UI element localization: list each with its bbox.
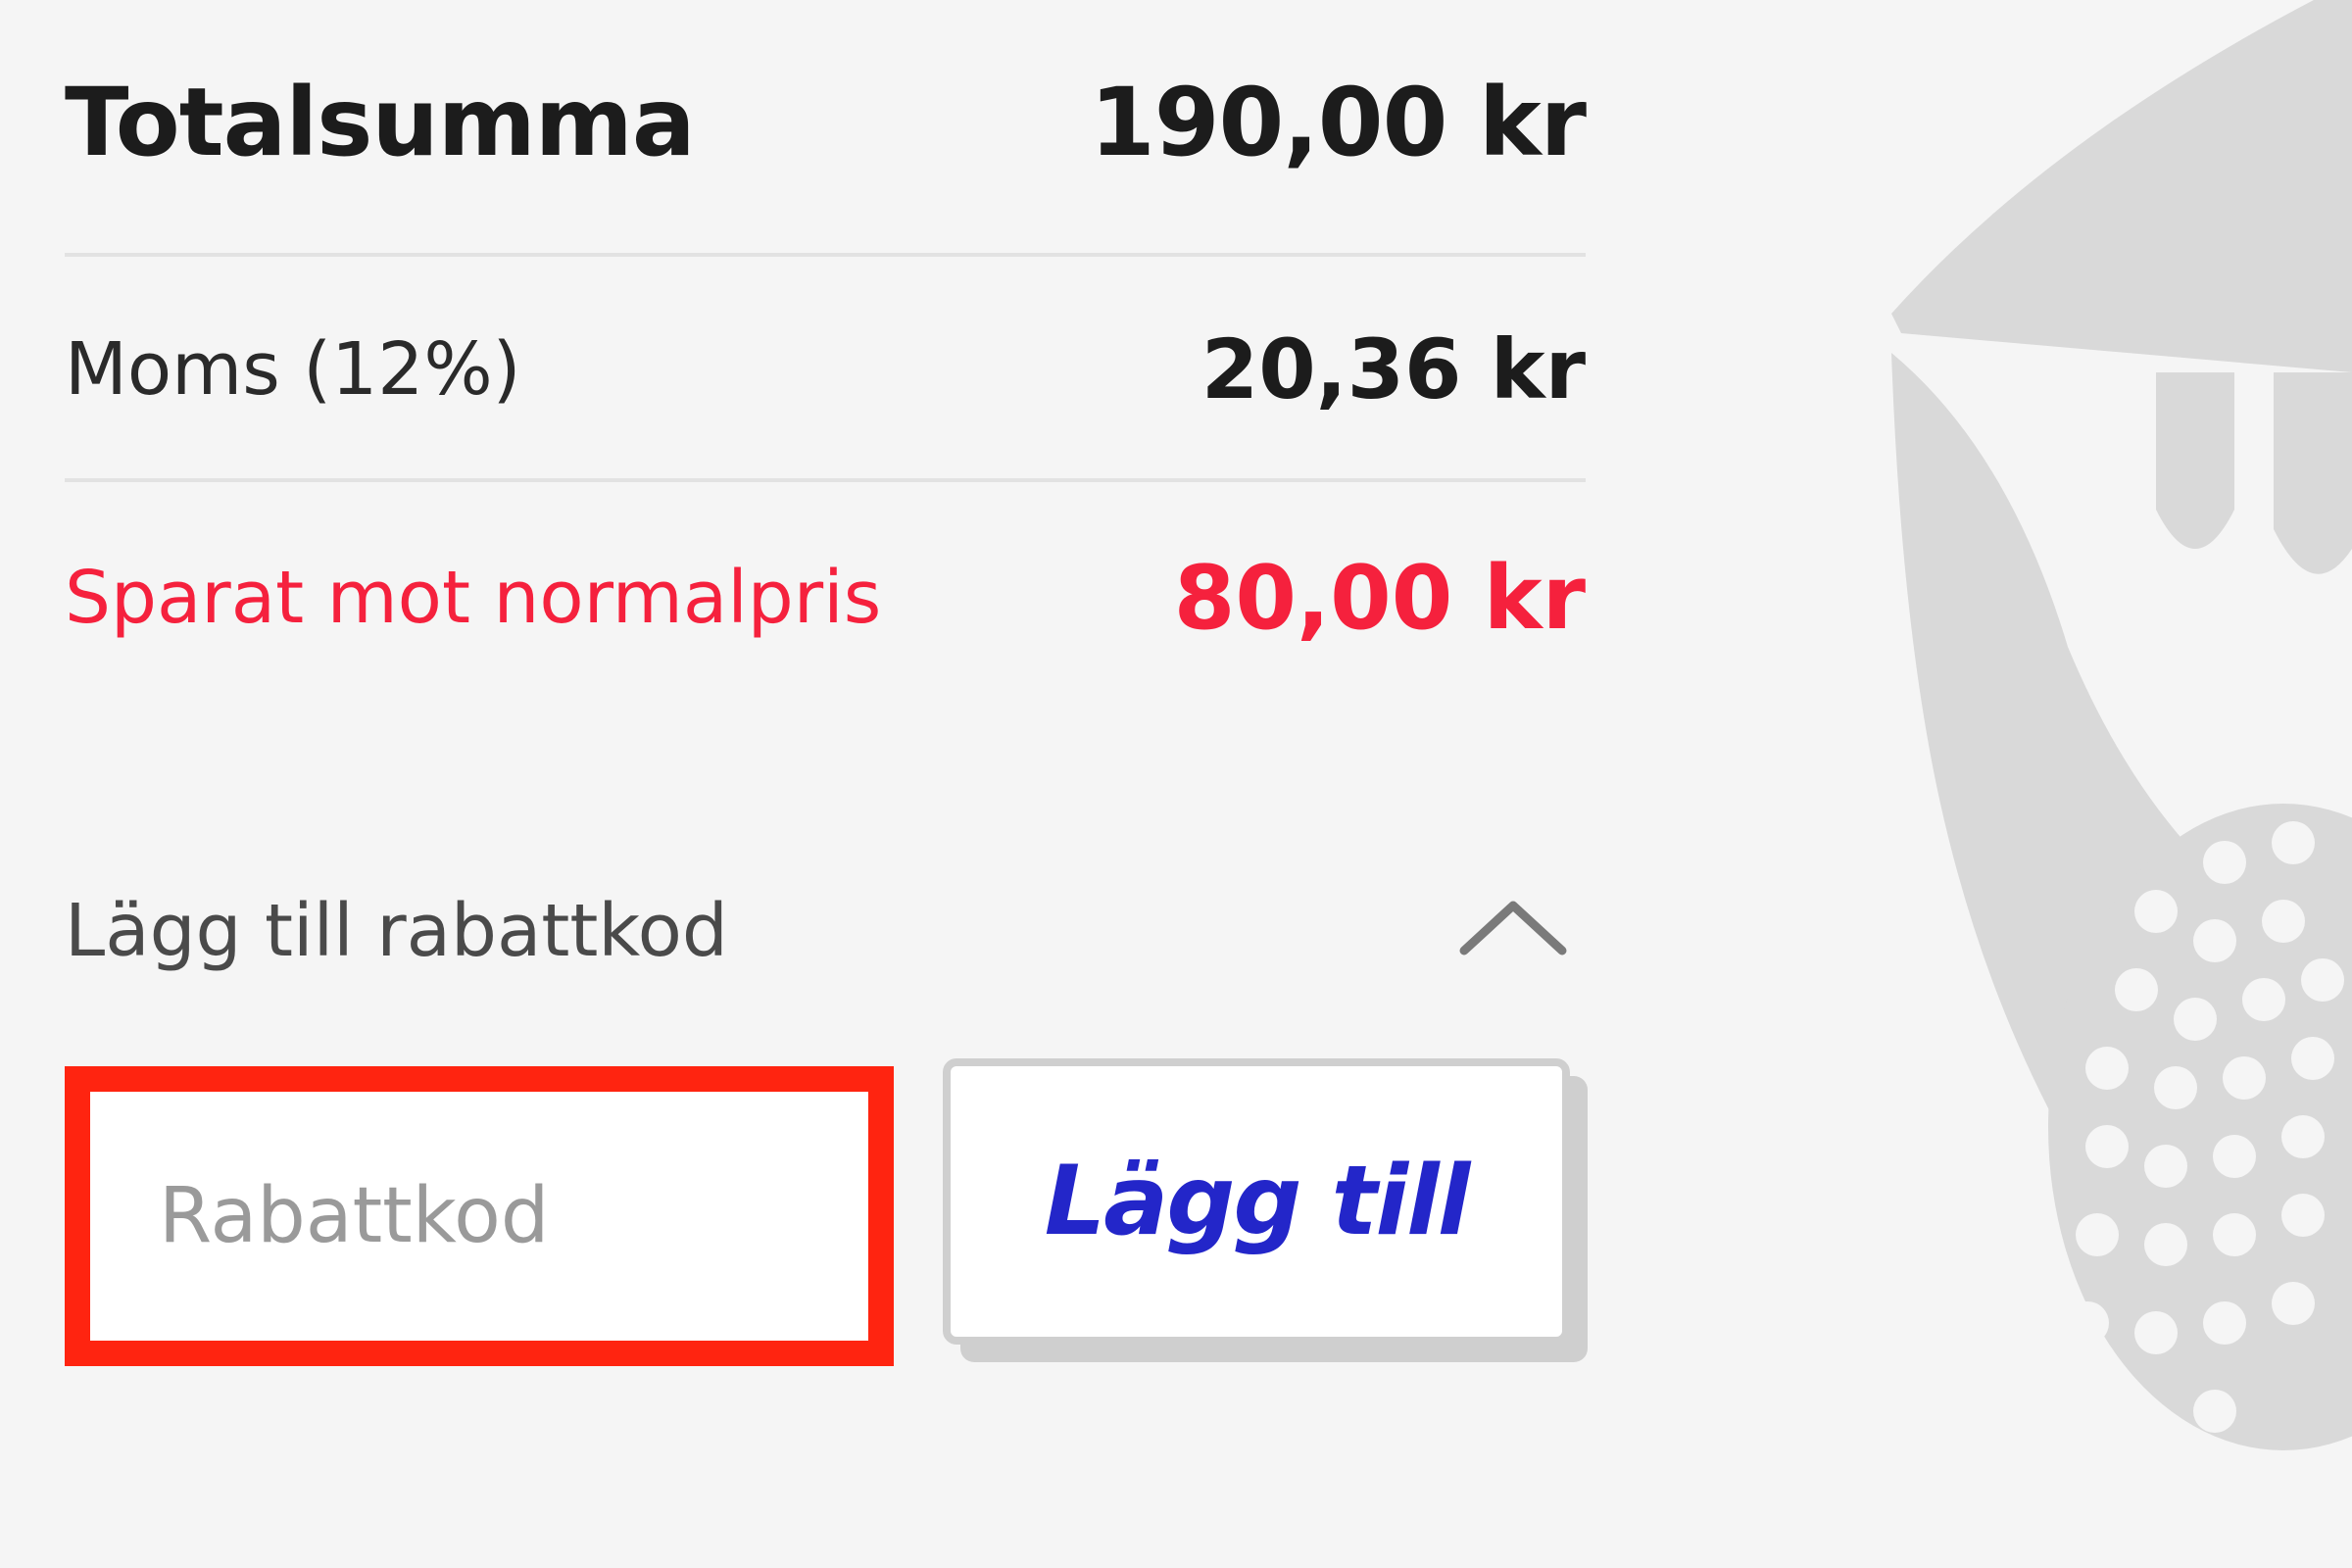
savings-label: Sparat mot normalpris	[65, 556, 882, 640]
discount-code-label: Lägg till rabattkod	[65, 889, 728, 973]
mascot-illustration	[1891, 0, 2352, 1450]
discount-code-toggle[interactable]: Lägg till rabattkod	[65, 862, 1586, 1000]
savings-row: Sparat mot normalpris 80,00 kr	[65, 524, 1586, 671]
vat-label: Moms (12%)	[65, 327, 521, 412]
chevron-up-icon[interactable]	[1454, 892, 1572, 970]
add-discount-button[interactable]: Lägg till	[943, 1058, 1570, 1345]
total-row: Totalsumma 190,00 kr	[65, 49, 1587, 196]
savings-value: 80,00 kr	[1173, 546, 1586, 650]
discount-code-input[interactable]	[65, 1066, 894, 1366]
vat-value: 20,36 kr	[1200, 321, 1586, 417]
total-label: Totalsumma	[65, 68, 696, 177]
divider	[65, 478, 1586, 482]
vat-row: Moms (12%) 20,36 kr	[65, 296, 1586, 443]
total-value: 190,00 kr	[1089, 68, 1587, 177]
divider	[65, 253, 1586, 257]
